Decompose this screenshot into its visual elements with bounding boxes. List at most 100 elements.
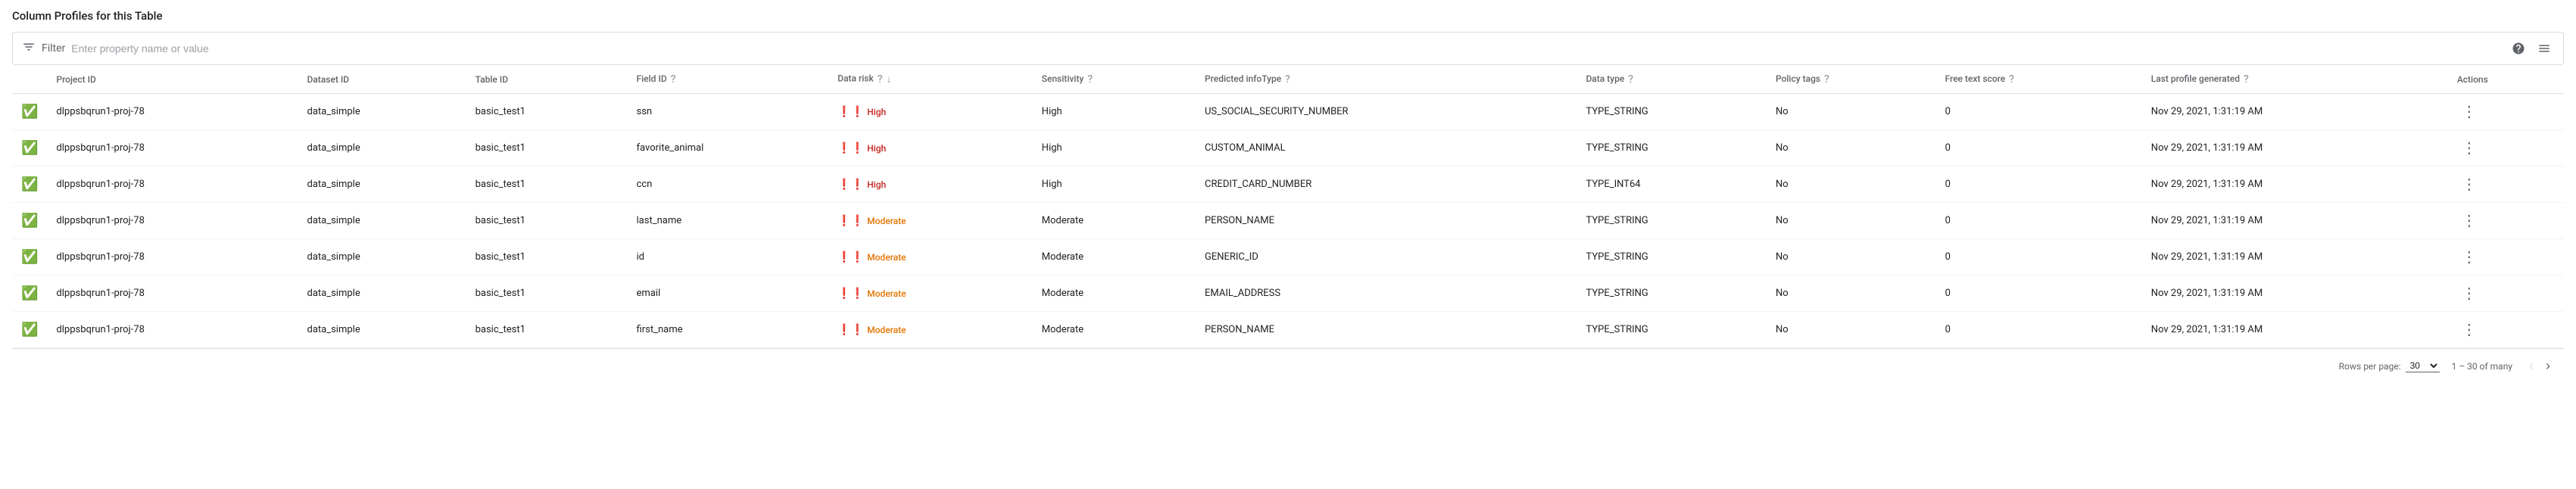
risk-level-icon: ❗❗ [837,324,864,336]
project-id-cell: dlppsbqrun1-proj-78 [47,312,298,348]
predicted-info-type-cell: CREDIT_CARD_NUMBER [1196,167,1576,203]
free-text-help-icon[interactable]: ? [2009,73,2014,86]
col-project-id: Project ID [47,65,298,94]
row-actions-button[interactable]: ⋮ [2457,210,2481,232]
predicted-info-type-cell: PERSON_NAME [1196,203,1576,239]
col-dataset-id: Dataset ID [298,65,466,94]
free-text-score-cell: 0 [1936,276,2142,312]
risk-level-icon: ❗❗ [837,106,864,118]
table-row: ✅ dlppsbqrun1-proj-78 data_simple basic_… [12,94,2564,130]
last-profile-cell: Nov 29, 2021, 1:31:19 AM [2142,276,2448,312]
actions-cell: ⋮ [2448,239,2564,276]
field-id-cell: last_name [628,203,829,239]
status-ok-icon: ✅ [21,249,38,265]
predicted-info-type-cell: PERSON_NAME [1196,312,1576,348]
pagination-info: 1 – 30 of many [2452,361,2512,372]
field-id-cell: first_name [628,312,829,348]
rows-per-page-select[interactable]: 10203050100 [2406,360,2440,372]
free-text-score-cell: 0 [1936,312,2142,348]
free-text-score-cell: 0 [1936,203,2142,239]
field-id-help-icon[interactable]: ? [671,73,676,86]
project-id-cell: dlppsbqrun1-proj-78 [47,276,298,312]
pagination-buttons: ‹ › [2525,357,2555,375]
predicted-info-type-cell: GENERIC_ID [1196,239,1576,276]
data-risk-cell: ❗❗ Moderate [828,312,1032,348]
row-actions-button[interactable]: ⋮ [2457,246,2481,268]
row-actions-button[interactable]: ⋮ [2457,319,2481,341]
actions-cell: ⋮ [2448,167,2564,203]
data-risk-help-icon[interactable]: ? [878,73,883,86]
project-id-cell: dlppsbqrun1-proj-78 [47,130,298,167]
last-profile-cell: Nov 29, 2021, 1:31:19 AM [2142,130,2448,167]
data-type-help-icon[interactable]: ? [1628,73,1633,86]
actions-cell: ⋮ [2448,94,2564,130]
sensitivity-cell: High [1033,94,1196,130]
col-data-risk: Data risk ? ↓ [828,65,1032,94]
risk-level-icon: ❗❗ [837,142,864,154]
next-page-button[interactable]: › [2541,357,2555,375]
table-id-cell: basic_test1 [466,203,628,239]
data-risk-cell: ❗❗ Moderate [828,239,1032,276]
predicted-help-icon[interactable]: ? [1285,73,1290,86]
status-ok-icon: ✅ [21,176,38,192]
prev-page-button[interactable]: ‹ [2525,357,2538,375]
project-id-cell: dlppsbqrun1-proj-78 [47,94,298,130]
row-actions-button[interactable]: ⋮ [2457,137,2481,159]
field-id-cell: favorite_animal [628,130,829,167]
filter-input[interactable] [71,42,2509,55]
data-type-cell: TYPE_INT64 [1576,167,1767,203]
status-ok-icon: ✅ [21,285,38,301]
status-cell: ✅ [12,203,47,239]
sensitivity-cell: Moderate [1033,276,1196,312]
policy-tags-help-icon[interactable]: ? [1824,73,1829,86]
sensitivity-help-icon[interactable]: ? [1087,73,1093,86]
data-type-cell: TYPE_STRING [1576,203,1767,239]
policy-tags-cell: No [1767,312,1936,348]
row-actions-button[interactable]: ⋮ [2457,101,2481,123]
status-cell: ✅ [12,94,47,130]
columns-button[interactable] [2534,39,2554,58]
actions-cell: ⋮ [2448,203,2564,239]
table-id-cell: basic_test1 [466,276,628,312]
sensitivity-cell: Moderate [1033,239,1196,276]
table-row: ✅ dlppsbqrun1-proj-78 data_simple basic_… [12,167,2564,203]
data-risk-sort-icon[interactable]: ↓ [887,73,892,86]
table-id-cell: basic_test1 [466,94,628,130]
row-actions-button[interactable]: ⋮ [2457,173,2481,195]
data-risk-badge: ❗❗ Moderate [837,324,906,336]
actions-cell: ⋮ [2448,312,2564,348]
data-risk-badge: ❗❗ High [837,106,886,118]
dataset-id-cell: data_simple [298,276,466,312]
col-status [12,65,47,94]
status-cell: ✅ [12,167,47,203]
data-table: Project ID Dataset ID Table ID Field ID … [12,65,2564,348]
last-profile-cell: Nov 29, 2021, 1:31:19 AM [2142,312,2448,348]
project-id-cell: dlppsbqrun1-proj-78 [47,167,298,203]
col-predicted-info-type: Predicted infoType ? [1196,65,1576,94]
status-cell: ✅ [12,312,47,348]
status-ok-icon: ✅ [21,322,38,338]
policy-tags-cell: No [1767,276,1936,312]
filter-label: Filter [42,42,65,55]
col-actions: Actions [2448,65,2564,94]
last-profile-cell: Nov 29, 2021, 1:31:19 AM [2142,94,2448,130]
policy-tags-cell: No [1767,203,1936,239]
status-ok-icon: ✅ [21,104,38,120]
data-type-cell: TYPE_STRING [1576,312,1767,348]
last-profile-help-icon[interactable]: ? [2244,73,2249,86]
header-row: Project ID Dataset ID Table ID Field ID … [12,65,2564,94]
row-actions-button[interactable]: ⋮ [2457,282,2481,304]
predicted-info-type-cell: CUSTOM_ANIMAL [1196,130,1576,167]
sensitivity-cell: Moderate [1033,312,1196,348]
free-text-score-cell: 0 [1936,167,2142,203]
filter-icon [22,40,36,57]
data-risk-badge: ❗❗ High [837,142,886,154]
data-risk-cell: ❗❗ High [828,167,1032,203]
predicted-info-type-cell: US_SOCIAL_SECURITY_NUMBER [1196,94,1576,130]
help-button[interactable] [2509,39,2528,58]
table-row: ✅ dlppsbqrun1-proj-78 data_simple basic_… [12,276,2564,312]
data-risk-cell: ❗❗ Moderate [828,276,1032,312]
data-type-cell: TYPE_STRING [1576,239,1767,276]
dataset-id-cell: data_simple [298,312,466,348]
actions-cell: ⋮ [2448,130,2564,167]
